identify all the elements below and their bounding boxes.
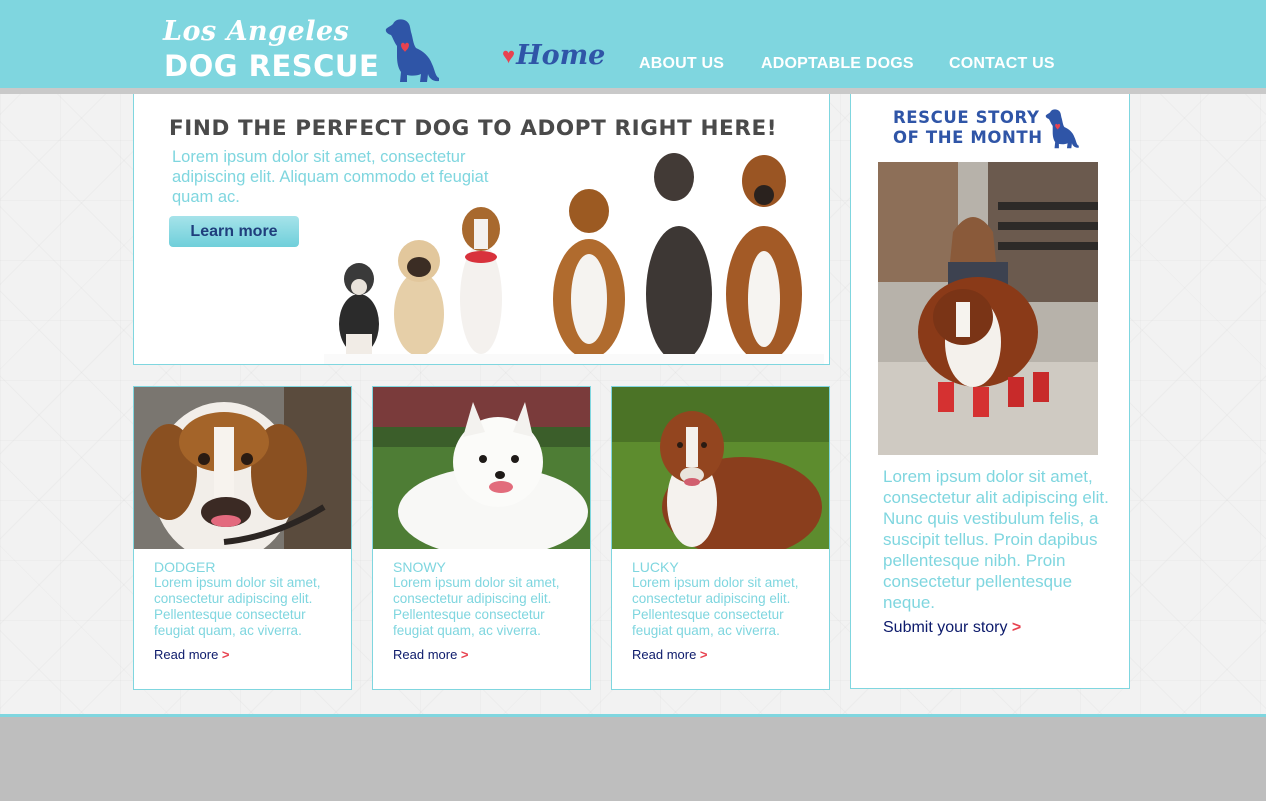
- arrow-right-icon: >: [218, 647, 230, 662]
- logo-main-text: DOG RESCUE: [164, 49, 380, 83]
- rescue-story-text: Lorem ipsum dolor sit amet, consectetur …: [883, 467, 1109, 612]
- site-footer: [0, 717, 1266, 801]
- sidebar-title-line2: OF THE MONTH: [893, 128, 1043, 147]
- lucky-photo[interactable]: [612, 387, 829, 549]
- nav-about-us[interactable]: ABOUT US: [639, 55, 724, 73]
- sidebar-title: RESCUE STORY OF THE MONTH: [893, 108, 1043, 148]
- dog-description: Lorem ipsum dolor sit amet, consectetur …: [632, 575, 799, 638]
- heart-icon: ♥: [502, 42, 516, 68]
- hero-title: FIND THE PERFECT DOG TO ADOPT RIGHT HERE…: [169, 116, 778, 141]
- dog-card-snowy: SNOWY Lorem ipsum dolor sit amet, consec…: [372, 386, 591, 690]
- dog-card-dodger: DODGER Lorem ipsum dolor sit amet, conse…: [133, 386, 352, 690]
- learn-more-button[interactable]: Learn more: [169, 216, 299, 247]
- arrow-right-icon: >: [457, 647, 469, 662]
- nav-home[interactable]: ♥ Home: [502, 40, 605, 71]
- dog-heart-icon: [385, 19, 439, 82]
- nav-adoptable-dogs[interactable]: ADOPTABLE DOGS: [761, 55, 914, 73]
- read-more-label: Read more: [393, 647, 458, 662]
- submit-story-label: Submit your story: [883, 619, 1008, 636]
- sidebar-title-line1: RESCUE STORY: [893, 108, 1040, 127]
- rescue-story-sidebar: RESCUE STORY OF THE MONTH Lorem ipsum do…: [850, 94, 1130, 689]
- snowy-photo[interactable]: [373, 387, 590, 549]
- submit-story-link[interactable]: Submit your story >: [883, 619, 1021, 637]
- nav-contact-us[interactable]: CONTACT US: [949, 55, 1055, 73]
- site-logo[interactable]: Los Angeles DOG RESCUE: [163, 14, 443, 86]
- hero-dogs-image: [324, 153, 824, 364]
- dog-card-lucky: LUCKY Lorem ipsum dolor sit amet, consec…: [611, 386, 830, 690]
- dodger-photo[interactable]: [134, 387, 351, 549]
- site-header: Los Angeles DOG RESCUE ♥ Home ABOUT US A…: [0, 0, 1266, 88]
- dog-name: LUCKY: [632, 559, 679, 575]
- arrow-right-icon: >: [1007, 619, 1022, 636]
- dog-name: DODGER: [154, 559, 216, 575]
- read-more-link[interactable]: Read more >: [393, 647, 469, 662]
- dog-heart-icon: [1045, 109, 1079, 149]
- dog-name: SNOWY: [393, 559, 446, 575]
- read-more-label: Read more: [632, 647, 697, 662]
- read-more-link[interactable]: Read more >: [154, 647, 230, 662]
- arrow-right-icon: >: [696, 647, 708, 662]
- read-more-link[interactable]: Read more >: [632, 647, 708, 662]
- dog-description: Lorem ipsum dolor sit amet, consectetur …: [154, 575, 321, 638]
- dog-description: Lorem ipsum dolor sit amet, consectetur …: [393, 575, 560, 638]
- hero-banner: FIND THE PERFECT DOG TO ADOPT RIGHT HERE…: [133, 94, 830, 365]
- read-more-label: Read more: [154, 647, 219, 662]
- rescue-story-photo[interactable]: [878, 162, 1098, 455]
- logo-script-text: Los Angeles: [163, 16, 350, 47]
- nav-home-label: Home: [516, 40, 606, 71]
